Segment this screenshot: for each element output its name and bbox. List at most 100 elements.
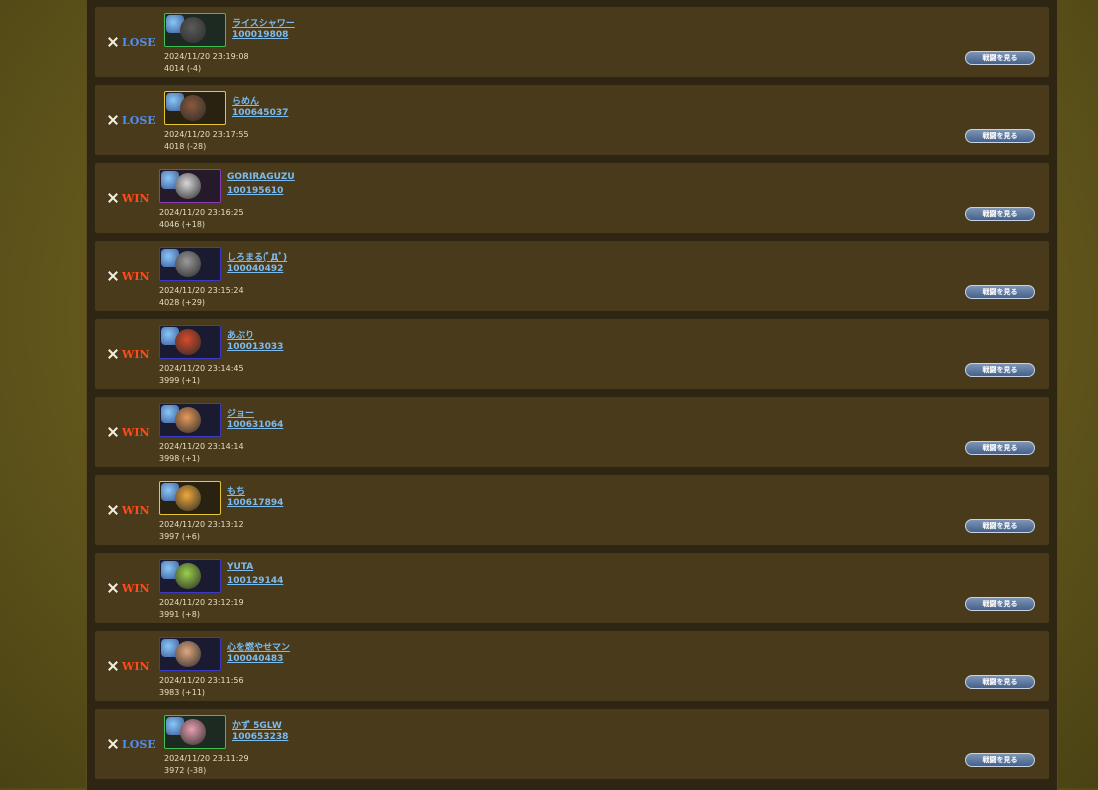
opponent-name-link[interactable]: らめん [232, 94, 259, 107]
view-battle-button[interactable]: 戦闘を見る [965, 207, 1035, 221]
result-label: WIN [122, 425, 150, 439]
character-face-icon [175, 641, 201, 667]
opponent-id-link[interactable]: 100013033 [227, 342, 283, 352]
view-battle-button[interactable]: 戦闘を見る [965, 675, 1035, 689]
rating-change: 4028 (+29) [159, 298, 206, 307]
battle-timestamp: 2024/11/20 23:14:14 [159, 442, 244, 451]
rating-change: 3997 (+6) [159, 532, 200, 541]
result-label: WIN [122, 347, 150, 361]
character-face-icon [180, 95, 206, 121]
crossed-swords-icon [107, 192, 119, 204]
result-label: LOSE [122, 35, 156, 49]
battle-history-panel: LOSE ライスシャワー 100019808 2024/11/20 23:19:… [86, 0, 1058, 790]
battle-row: LOSE らめん 100645037 2024/11/20 23:17:55 4… [95, 85, 1049, 155]
battle-row: WIN もち 100617894 2024/11/20 23:13:12 399… [95, 475, 1049, 545]
battle-timestamp: 2024/11/20 23:15:24 [159, 286, 244, 295]
opponent-avatar[interactable] [159, 325, 221, 359]
opponent-avatar[interactable] [159, 637, 221, 671]
crossed-swords-icon [107, 36, 119, 48]
opponent-id-link[interactable]: 100040483 [227, 654, 283, 664]
opponent-name-link[interactable]: YUTA [227, 562, 253, 572]
rating-change: 4018 (-28) [164, 142, 207, 151]
opponent-name-link[interactable]: GORIRAGUZU [227, 172, 295, 182]
view-battle-button[interactable]: 戦闘を見る [965, 441, 1035, 455]
battle-timestamp: 2024/11/20 23:17:55 [164, 130, 249, 139]
result-badge: WIN [107, 581, 150, 595]
rating-change: 3999 (+1) [159, 376, 200, 385]
battle-row: WIN しろまる(ﾟДﾟ) 100040492 2024/11/20 23:15… [95, 241, 1049, 311]
battle-timestamp: 2024/11/20 23:11:29 [164, 754, 249, 763]
view-battle-button[interactable]: 戦闘を見る [965, 51, 1035, 65]
opponent-id-link[interactable]: 100617894 [227, 498, 283, 508]
opponent-id-link[interactable]: 100129144 [227, 576, 283, 586]
opponent-avatar[interactable] [159, 559, 221, 593]
crossed-swords-icon [107, 504, 119, 516]
result-label: WIN [122, 269, 150, 283]
battle-timestamp: 2024/11/20 23:14:45 [159, 364, 244, 373]
opponent-name-link[interactable]: ジョー [227, 406, 254, 419]
opponent-avatar[interactable] [159, 481, 221, 515]
battle-row: WIN 心を燃やせマン 100040483 2024/11/20 23:11:5… [95, 631, 1049, 701]
result-label: WIN [122, 581, 150, 595]
result-badge: WIN [107, 659, 150, 673]
result-badge: LOSE [107, 113, 156, 127]
opponent-id-link[interactable]: 100631064 [227, 420, 283, 430]
view-battle-button[interactable]: 戦闘を見る [965, 363, 1035, 377]
opponent-avatar[interactable] [164, 13, 226, 47]
rating-change: 3998 (+1) [159, 454, 200, 463]
battle-timestamp: 2024/11/20 23:19:08 [164, 52, 249, 61]
opponent-avatar[interactable] [164, 91, 226, 125]
view-battle-button[interactable]: 戦闘を見る [965, 597, 1035, 611]
opponent-id-link[interactable]: 100040492 [227, 264, 283, 274]
character-face-icon [180, 17, 206, 43]
view-battle-button[interactable]: 戦闘を見る [965, 519, 1035, 533]
battle-timestamp: 2024/11/20 23:12:19 [159, 598, 244, 607]
rating-change: 4046 (+18) [159, 220, 206, 229]
battle-row: WIN YUTA 100129144 2024/11/20 23:12:19 3… [95, 553, 1049, 623]
result-label: LOSE [122, 737, 156, 751]
opponent-name-link[interactable]: かず 5GLW [232, 718, 282, 731]
opponent-name-link[interactable]: あぶり [227, 328, 254, 341]
view-battle-button[interactable]: 戦闘を見る [965, 285, 1035, 299]
result-label: LOSE [122, 113, 156, 127]
battle-timestamp: 2024/11/20 23:13:12 [159, 520, 244, 529]
opponent-name-link[interactable]: もち [227, 484, 245, 497]
battle-row: LOSE かず 5GLW 100653238 2024/11/20 23:11:… [95, 709, 1049, 779]
battle-row: WIN ジョー 100631064 2024/11/20 23:14:14 39… [95, 397, 1049, 467]
crossed-swords-icon [107, 582, 119, 594]
rating-change: 3972 (-38) [164, 766, 207, 775]
opponent-id-link[interactable]: 100195610 [227, 186, 283, 196]
opponent-id-link[interactable]: 100645037 [232, 108, 288, 118]
rating-change: 3983 (+11) [159, 688, 206, 697]
character-face-icon [175, 251, 201, 277]
character-face-icon [180, 719, 206, 745]
opponent-name-link[interactable]: 心を燃やせマン [227, 640, 290, 653]
battle-row: WIN GORIRAGUZU 100195610 2024/11/20 23:1… [95, 163, 1049, 233]
battle-timestamp: 2024/11/20 23:11:56 [159, 676, 244, 685]
crossed-swords-icon [107, 348, 119, 360]
opponent-name-link[interactable]: しろまる(ﾟДﾟ) [227, 250, 287, 263]
crossed-swords-icon [107, 270, 119, 282]
battle-timestamp: 2024/11/20 23:16:25 [159, 208, 244, 217]
opponent-avatar[interactable] [159, 169, 221, 203]
result-badge: WIN [107, 425, 150, 439]
opponent-avatar[interactable] [159, 247, 221, 281]
opponent-id-link[interactable]: 100019808 [232, 30, 288, 40]
result-label: WIN [122, 191, 150, 205]
opponent-name-link[interactable]: ライスシャワー [232, 16, 295, 29]
view-battle-button[interactable]: 戦闘を見る [965, 753, 1035, 767]
opponent-avatar[interactable] [164, 715, 226, 749]
result-badge: WIN [107, 503, 150, 517]
rating-change: 3991 (+8) [159, 610, 200, 619]
character-face-icon [175, 407, 201, 433]
opponent-id-link[interactable]: 100653238 [232, 732, 288, 742]
crossed-swords-icon [107, 660, 119, 672]
view-battle-button[interactable]: 戦闘を見る [965, 129, 1035, 143]
result-label: WIN [122, 503, 150, 517]
opponent-avatar[interactable] [159, 403, 221, 437]
result-badge: WIN [107, 269, 150, 283]
crossed-swords-icon [107, 738, 119, 750]
battle-row: WIN あぶり 100013033 2024/11/20 23:14:45 39… [95, 319, 1049, 389]
rating-change: 4014 (-4) [164, 64, 202, 73]
crossed-swords-icon [107, 114, 119, 126]
